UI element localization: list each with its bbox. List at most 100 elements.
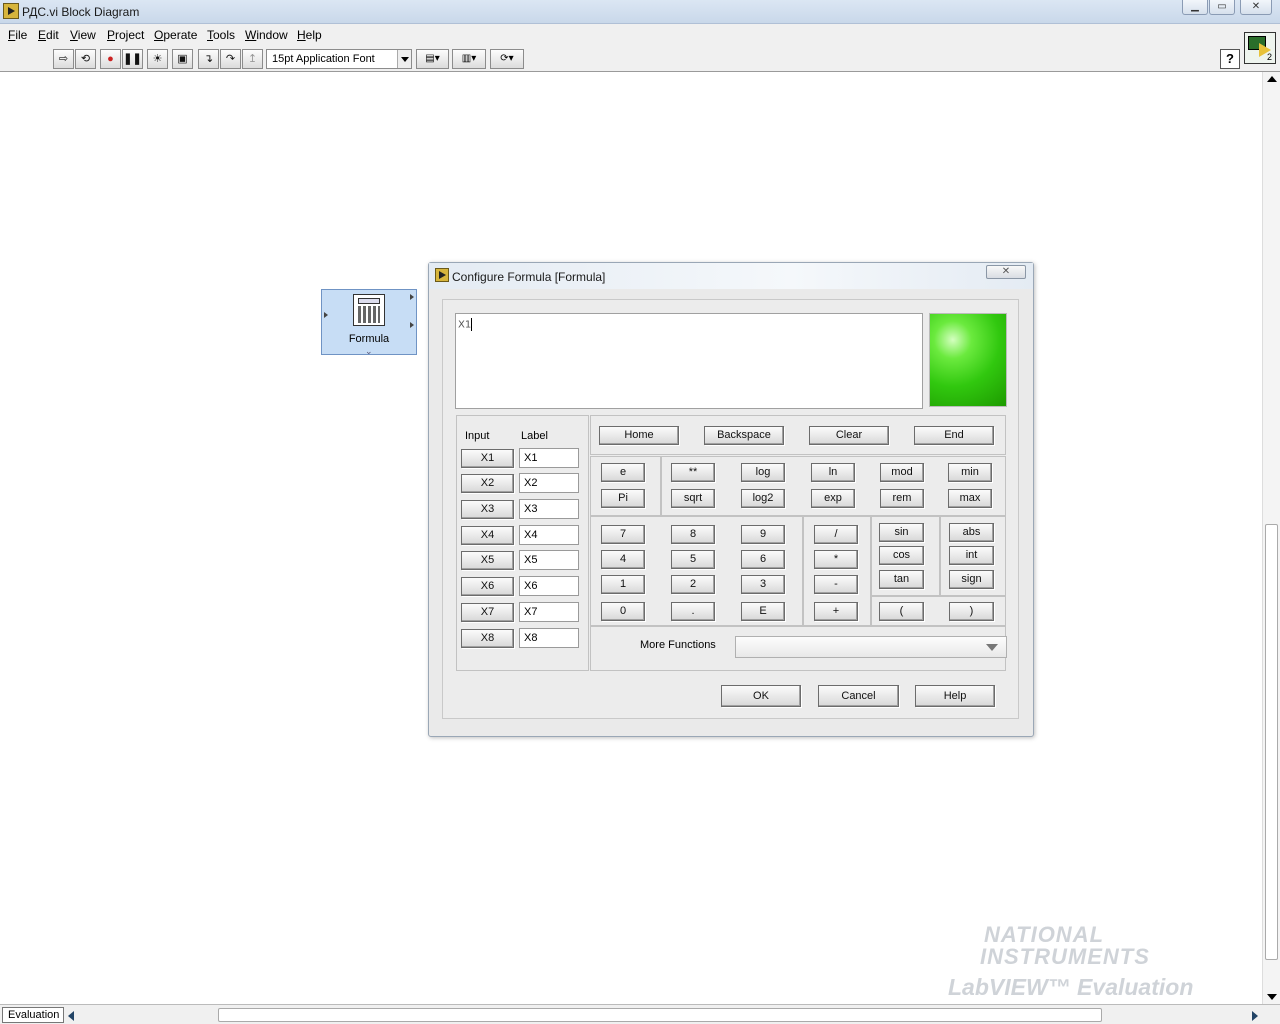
clear-button[interactable]: Clear [809, 426, 889, 445]
step-over-icon[interactable]: ↷ [220, 49, 241, 69]
menu-project[interactable]: Project [107, 28, 144, 42]
input-x2-button[interactable]: X2 [461, 474, 514, 493]
close-window-button[interactable]: ✕ [1240, 0, 1272, 15]
run-arrow-icon[interactable]: ⇨ [53, 49, 74, 69]
key-digit-r1c2-button[interactable]: 8 [671, 525, 715, 544]
ok-button[interactable]: OK [721, 685, 801, 707]
key-sign-button[interactable]: sign [949, 570, 994, 589]
key-plus-button[interactable]: + [814, 602, 858, 621]
key-min-button[interactable]: min [948, 463, 992, 482]
home-button[interactable]: Home [599, 426, 679, 445]
label-x5-field[interactable]: X5 [519, 550, 579, 570]
key-digit-r4c2-button[interactable]: . [671, 602, 715, 621]
key-multiply-button[interactable]: * [814, 550, 858, 569]
distribute-objects-icon[interactable]: ▥▾ [452, 49, 486, 69]
formula-express-vi-node[interactable]: Formula ⌄ [321, 289, 417, 357]
key-tan-button[interactable]: tan [879, 570, 924, 589]
highlight-execution-icon[interactable]: ☀ [147, 49, 168, 69]
more-functions-select[interactable] [735, 636, 1007, 658]
pause-icon[interactable]: ❚❚ [122, 49, 143, 69]
vertical-scroll-thumb[interactable] [1265, 524, 1278, 960]
dialog-close-button[interactable]: ✕ [986, 265, 1026, 279]
key-digit-r2c2-button[interactable]: 5 [671, 550, 715, 569]
retain-wire-values-icon[interactable]: ▣ [172, 49, 193, 69]
key-digit-r2c1-button[interactable]: 4 [601, 550, 645, 569]
menu-edit[interactable]: Edit [38, 28, 59, 42]
key-abs-button[interactable]: abs [949, 523, 994, 542]
abort-icon[interactable]: ● [100, 49, 121, 69]
key-e-button[interactable]: e [601, 463, 645, 482]
input-terminal-icon[interactable] [324, 312, 328, 318]
key-digit-r4c1-button[interactable]: 0 [601, 602, 645, 621]
label-x2-field[interactable]: X2 [519, 473, 579, 493]
key-rem-button[interactable]: rem [880, 489, 924, 508]
key-int-button[interactable]: int [949, 546, 994, 565]
input-x6-button[interactable]: X6 [461, 577, 514, 596]
key-digit-r3c1-button[interactable]: 1 [601, 575, 645, 594]
scroll-up-icon[interactable] [1267, 76, 1277, 82]
menu-window[interactable]: Window [245, 28, 288, 42]
input-x7-button[interactable]: X7 [461, 603, 514, 622]
align-objects-icon[interactable]: ▤▾ [416, 49, 449, 69]
input-x1-button[interactable]: X1 [461, 449, 514, 468]
key-minus-button[interactable]: - [814, 575, 858, 594]
input-x5-button[interactable]: X5 [461, 551, 514, 570]
key-digit-r4c3-button[interactable]: E [741, 602, 785, 621]
reorder-icon[interactable]: ⟳▾ [490, 49, 524, 69]
label-x7-field[interactable]: X7 [519, 602, 579, 622]
menu-operate[interactable]: Operate [154, 28, 197, 42]
key-log-button[interactable]: log [741, 463, 785, 482]
label-column-header: Label [521, 430, 548, 442]
cancel-button[interactable]: Cancel [818, 685, 899, 707]
context-help-icon[interactable]: ? [1220, 49, 1240, 69]
key-divide-button[interactable]: / [814, 525, 858, 544]
output-terminal-icon[interactable] [410, 322, 414, 328]
menu-view[interactable]: View [70, 28, 96, 42]
scroll-right-icon[interactable] [1252, 1011, 1258, 1021]
step-into-icon[interactable]: ↴ [198, 49, 219, 69]
key-power-button[interactable]: ** [671, 463, 715, 482]
key-cos-button[interactable]: cos [879, 546, 924, 565]
run-continuously-icon[interactable]: ⟲ [75, 49, 96, 69]
help-button[interactable]: Help [915, 685, 995, 707]
key-max-button[interactable]: max [948, 489, 992, 508]
label-x8-field[interactable]: X8 [519, 628, 579, 648]
key-digit-r1c1-button[interactable]: 7 [601, 525, 645, 544]
key-ln-button[interactable]: ln [811, 463, 855, 482]
key-sin-button[interactable]: sin [879, 523, 924, 542]
scroll-down-icon[interactable] [1267, 994, 1277, 1000]
key-digit-r3c2-button[interactable]: 2 [671, 575, 715, 594]
formula-input[interactable]: X1 [455, 313, 923, 409]
vertical-scrollbar[interactable] [1262, 72, 1280, 1006]
label-x1-field[interactable]: X1 [519, 448, 579, 468]
maximize-button[interactable]: ▭ [1209, 0, 1235, 15]
minimize-button[interactable]: ▁ [1182, 0, 1208, 15]
key-exp-button[interactable]: exp [811, 489, 855, 508]
key-digit-r3c3-button[interactable]: 3 [741, 575, 785, 594]
input-x4-button[interactable]: X4 [461, 526, 514, 545]
menu-help[interactable]: Help [297, 28, 322, 42]
label-x4-field[interactable]: X4 [519, 525, 579, 545]
menu-tools[interactable]: Tools [207, 28, 235, 42]
backspace-button[interactable]: Backspace [704, 426, 784, 445]
output-terminal-icon[interactable] [410, 294, 414, 300]
key-close-paren-button[interactable]: ) [949, 602, 994, 621]
key-log2-button[interactable]: log2 [741, 489, 785, 508]
key-pi-button[interactable]: Pi [601, 489, 645, 508]
menu-file[interactable]: File [8, 28, 27, 42]
text-settings-select[interactable]: 15pt Application Font [266, 49, 412, 69]
key-open-paren-button[interactable]: ( [879, 602, 924, 621]
scroll-left-icon[interactable] [68, 1011, 74, 1021]
key-mod-button[interactable]: mod [880, 463, 924, 482]
input-x3-button[interactable]: X3 [461, 500, 514, 519]
key-digit-r1c3-button[interactable]: 9 [741, 525, 785, 544]
label-x3-field[interactable]: X3 [519, 499, 579, 519]
key-sqrt-button[interactable]: sqrt [671, 489, 715, 508]
label-x6-field[interactable]: X6 [519, 576, 579, 596]
expand-chevron-icon[interactable]: ⌄ [365, 346, 373, 357]
horizontal-scroll-thumb[interactable] [218, 1008, 1102, 1022]
end-button[interactable]: End [914, 426, 994, 445]
input-x8-button[interactable]: X8 [461, 629, 514, 648]
step-out-icon[interactable]: ↥ [242, 49, 263, 69]
key-digit-r2c3-button[interactable]: 6 [741, 550, 785, 569]
